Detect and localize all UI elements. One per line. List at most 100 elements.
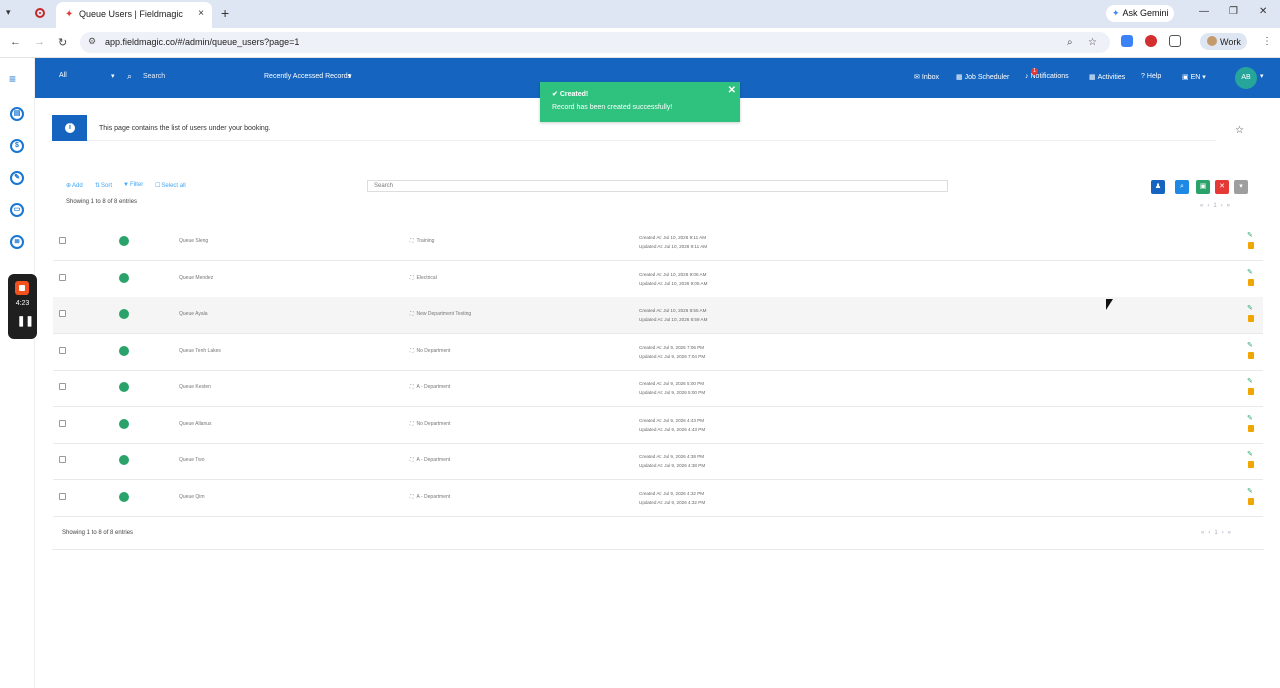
- language-selector[interactable]: ▣ EN ▾: [1182, 73, 1206, 81]
- clipboard-icon[interactable]: ▤: [10, 107, 24, 121]
- ask-gemini-label: Ask Gemini: [1122, 8, 1169, 18]
- edit-pencil-icon[interactable]: ✎: [1247, 414, 1253, 422]
- delete-trash-icon[interactable]: [1248, 461, 1254, 468]
- row-checkbox[interactable]: [59, 347, 66, 354]
- delete-trash-icon[interactable]: [1248, 279, 1254, 286]
- table-row[interactable]: Queue Two ⛶ A - Department Created At: Jul …: [53, 443, 1263, 480]
- row-department: ⛶ No Department: [410, 348, 450, 354]
- nav-inbox[interactable]: ✉ Inbox: [914, 73, 939, 81]
- row-checkbox[interactable]: [59, 274, 66, 281]
- edit-pencil-icon[interactable]: ✎: [1247, 304, 1253, 312]
- ask-gemini-button[interactable]: ✦ Ask Gemini: [1106, 5, 1174, 22]
- row-name[interactable]: Queue Mendez: [179, 275, 213, 281]
- nav-job-scheduler[interactable]: ▦ Job Scheduler: [956, 73, 1009, 81]
- save-icon[interactable]: ▣: [1196, 180, 1210, 194]
- row-checkbox[interactable]: [59, 456, 66, 463]
- close-icon[interactable]: ✕: [1215, 180, 1229, 194]
- caret-icon[interactable]: ▾: [1234, 180, 1248, 194]
- user-icon[interactable]: ♟: [1151, 180, 1165, 194]
- briefcase-icon[interactable]: ▭: [10, 203, 24, 217]
- row-name[interactable]: Queue Allanus: [179, 421, 212, 427]
- table-row[interactable]: Queue Allanus ⛶ No Department Created At: J…: [53, 407, 1263, 444]
- table-row[interactable]: Queue Qim ⛶ A - Department Created At: Jul …: [53, 480, 1263, 517]
- add-button[interactable]: ⊕Add: [66, 182, 83, 189]
- row-name[interactable]: Queue Sleng: [179, 238, 208, 244]
- dollar-icon[interactable]: $: [10, 139, 24, 153]
- delete-trash-icon[interactable]: [1248, 315, 1254, 322]
- profile-chip[interactable]: Work: [1200, 33, 1247, 50]
- pagination-bottom[interactable]: «‹1›»: [1201, 530, 1235, 536]
- table-row[interactable]: Queue Mendez ⛶ Electrical Created At: Jul 1…: [53, 261, 1263, 298]
- status-active-indicator: [119, 382, 129, 392]
- pagination-top[interactable]: «‹1›»: [1200, 203, 1234, 209]
- row-checkbox[interactable]: [59, 493, 66, 500]
- recent-records-dropdown[interactable]: Recently Accessed Records: [264, 73, 351, 80]
- restore-icon[interactable]: ❐: [1229, 6, 1238, 17]
- new-tab-button[interactable]: +: [221, 5, 229, 21]
- url-field[interactable]: ⚙ app.fieldmagic.co/#/admin/queue_users?…: [80, 32, 1110, 53]
- nav-help[interactable]: ? Help: [1141, 73, 1161, 80]
- table-row[interactable]: Queue Kesten ⛶ A - Department Created At: J…: [53, 370, 1263, 407]
- row-checkbox[interactable]: [59, 237, 66, 244]
- edit-pencil-icon[interactable]: ✎: [1247, 450, 1253, 458]
- database-icon[interactable]: ≣: [10, 235, 24, 249]
- window-close-icon[interactable]: ✕: [1259, 6, 1267, 17]
- wrench-icon[interactable]: ✎: [10, 171, 24, 185]
- delete-trash-icon[interactable]: [1248, 498, 1254, 505]
- stop-recording-icon[interactable]: [15, 281, 29, 295]
- edit-pencil-icon[interactable]: ✎: [1247, 377, 1253, 385]
- forward-icon[interactable]: →: [34, 36, 45, 48]
- row-checkbox[interactable]: [59, 310, 66, 317]
- row-name[interactable]: Queue Kesten: [179, 384, 211, 390]
- table-row[interactable]: Queue Tenh Lakes ⛶ No Department Created At…: [53, 334, 1263, 371]
- filter-button[interactable]: ▼Filter: [123, 182, 143, 188]
- browser-menu-icon[interactable]: ⋮: [1262, 36, 1272, 47]
- avatar[interactable]: AB: [1235, 67, 1257, 89]
- delete-trash-icon[interactable]: [1248, 242, 1254, 249]
- edit-pencil-icon[interactable]: ✎: [1247, 341, 1253, 349]
- edit-pencil-icon[interactable]: ✎: [1247, 268, 1253, 276]
- minimize-icon[interactable]: —: [1199, 6, 1209, 17]
- browser-tab[interactable]: ✦ Queue Users | Fieldmagic ×: [56, 2, 212, 28]
- row-name[interactable]: Queue Qim: [179, 494, 205, 500]
- scope-select[interactable]: All: [59, 72, 117, 84]
- reload-icon[interactable]: ↻: [58, 36, 67, 49]
- avatar-caret-icon[interactable]: ▾: [1260, 72, 1264, 80]
- toast-close-icon[interactable]: ✕: [728, 85, 736, 96]
- delete-trash-icon[interactable]: [1248, 352, 1254, 359]
- select-all-button[interactable]: ☐Select all: [155, 182, 186, 189]
- back-icon[interactable]: ←: [10, 36, 21, 48]
- extensions-puzzle-icon[interactable]: [1169, 35, 1181, 47]
- row-created-at: Created At: Jul 9, 2026 4:43 PM: [639, 418, 705, 423]
- checkbox-icon: ☐: [155, 183, 161, 189]
- menu-icon[interactable]: ≡: [9, 72, 16, 86]
- table-row[interactable]: Queue Ayala ⛶ New Department Testing Create…: [53, 297, 1263, 334]
- nav-activities[interactable]: ▦ Activities: [1089, 73, 1125, 81]
- row-checkbox[interactable]: [59, 383, 66, 390]
- sort-button[interactable]: ⇅Sort: [95, 182, 112, 189]
- row-name[interactable]: Queue Tenh Lakes: [179, 348, 221, 354]
- extension-2-icon[interactable]: [1145, 35, 1157, 47]
- scope-caret-icon[interactable]: ▾: [111, 72, 115, 80]
- row-name[interactable]: Queue Ayala: [179, 311, 208, 317]
- recent-caret-icon[interactable]: ▾: [348, 72, 352, 80]
- bookmark-star-icon[interactable]: ☆: [1088, 37, 1097, 48]
- row-name[interactable]: Queue Two: [179, 457, 204, 463]
- favorite-star-icon[interactable]: ☆: [1235, 125, 1244, 136]
- site-info-icon[interactable]: ⚙: [88, 36, 96, 47]
- row-checkbox[interactable]: [59, 420, 66, 427]
- global-search-input[interactable]: Search: [143, 73, 165, 80]
- profile-label: Work: [1220, 37, 1241, 47]
- delete-trash-icon[interactable]: [1248, 388, 1254, 395]
- edit-pencil-icon[interactable]: ✎: [1247, 487, 1253, 495]
- pause-icon[interactable]: ❚❚: [17, 316, 34, 327]
- list-search-input[interactable]: Search: [367, 180, 948, 192]
- zoom-icon[interactable]: ⌕: [1067, 37, 1073, 48]
- search-icon[interactable]: ⌕: [1175, 180, 1189, 194]
- edit-pencil-icon[interactable]: ✎: [1247, 231, 1253, 239]
- table-row[interactable]: Queue Sleng ⛶ Training Created At: Jul 10, …: [53, 224, 1263, 261]
- extension-1-icon[interactable]: [1121, 35, 1133, 47]
- delete-trash-icon[interactable]: [1248, 425, 1254, 432]
- tab-list-icon[interactable]: ▾: [6, 7, 11, 18]
- tab-close-icon[interactable]: ×: [198, 8, 204, 19]
